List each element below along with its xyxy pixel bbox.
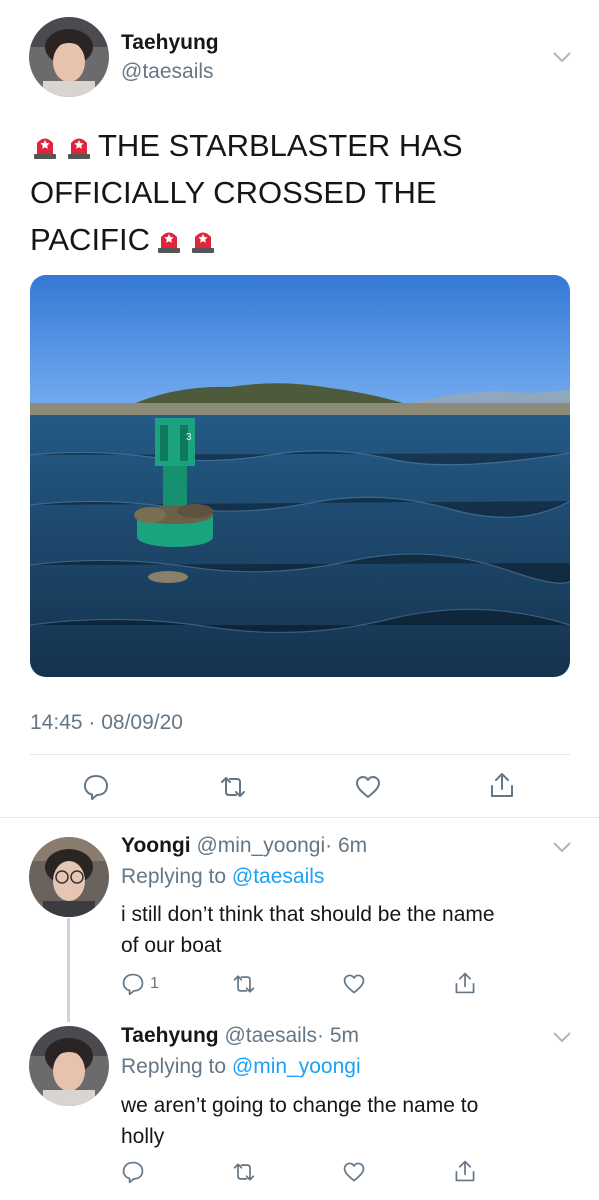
tweet-text-line2: OFFICIALLY CROSSED THE [30,175,437,210]
siren-icon [188,224,218,254]
reply-author-handle[interactable]: @min_yoongi [196,834,325,857]
reply-text-line1: we aren’t going to change the name to [121,1094,479,1117]
retweet-icon[interactable] [231,1160,257,1184]
avatar-taehyung[interactable] [29,1026,109,1106]
tweet-text-part: PACIFIC [30,222,150,257]
buoy-number: 3 [186,432,192,443]
avatar-yoongi[interactable] [29,837,109,917]
retweet-icon[interactable] [231,972,257,996]
tweet-text: THE STARBLASTER HAS OFFICIALLY CROSSED T… [30,122,570,263]
reply-time: · 5m [317,1024,359,1047]
siren-icon [64,130,94,160]
chevron-down-icon[interactable] [552,50,572,64]
avatar-taehyung[interactable] [29,17,109,97]
like-icon[interactable] [342,1160,366,1184]
replying-to-handle[interactable]: @min_yoongi [232,1055,361,1078]
retweet-icon[interactable] [218,773,248,801]
author-name[interactable]: Taehyung [121,31,219,55]
tweet-text-line1: THE STARBLASTER HAS [30,122,570,169]
tweet-photo[interactable]: 3 [30,275,570,677]
replying-to-handle[interactable]: @taesails [232,865,325,888]
replying-to-label: Replying to [121,865,227,888]
reply-author-name[interactable]: Taehyung [121,1024,219,1047]
reply-count: 1 [150,975,159,992]
reply-author-name[interactable]: Yoongi [121,834,191,857]
reply-icon[interactable] [121,972,145,996]
thread-line [67,918,70,1022]
siren-icon [30,130,60,160]
reply-icon[interactable] [82,773,110,801]
reply-text: i still don’t think that should be the n… [121,899,495,961]
replying-to-label: Replying to [121,1055,227,1078]
share-icon[interactable] [453,970,477,996]
replying-to: Replying to @min_yoongi [121,1055,361,1079]
reply-time: · 6m [325,834,368,857]
like-icon[interactable] [342,972,366,996]
tweet-text-line3: PACIFIC [30,216,570,263]
reply-header: Yoongi @min_yoongi· 6m [121,834,367,858]
reply-text-line1: i still don’t think that should be the n… [121,903,495,926]
author-handle[interactable]: @taesails [121,60,214,84]
divider [0,817,599,818]
reply-author-handle[interactable]: @taesails [224,1024,317,1047]
chevron-down-icon[interactable] [552,840,572,854]
like-icon[interactable] [354,773,382,801]
chevron-down-icon[interactable] [552,1030,572,1044]
share-icon[interactable] [453,1158,477,1184]
replying-to: Replying to @taesails [121,865,324,889]
tweet-timestamp[interactable]: 14:45 · 08/09/20 [30,711,183,735]
reply-icon[interactable] [121,1160,145,1184]
reply-text: we aren’t going to change the name to ho… [121,1090,478,1152]
reply-text-line2: of our boat [121,934,222,957]
share-icon[interactable] [488,770,516,800]
reply-text-line2: holly [121,1125,165,1148]
divider [30,754,570,755]
reply-header: Taehyung @taesails· 5m [121,1024,359,1048]
siren-icon [154,224,184,254]
tweet-text-part: THE STARBLASTER HAS [98,128,463,163]
